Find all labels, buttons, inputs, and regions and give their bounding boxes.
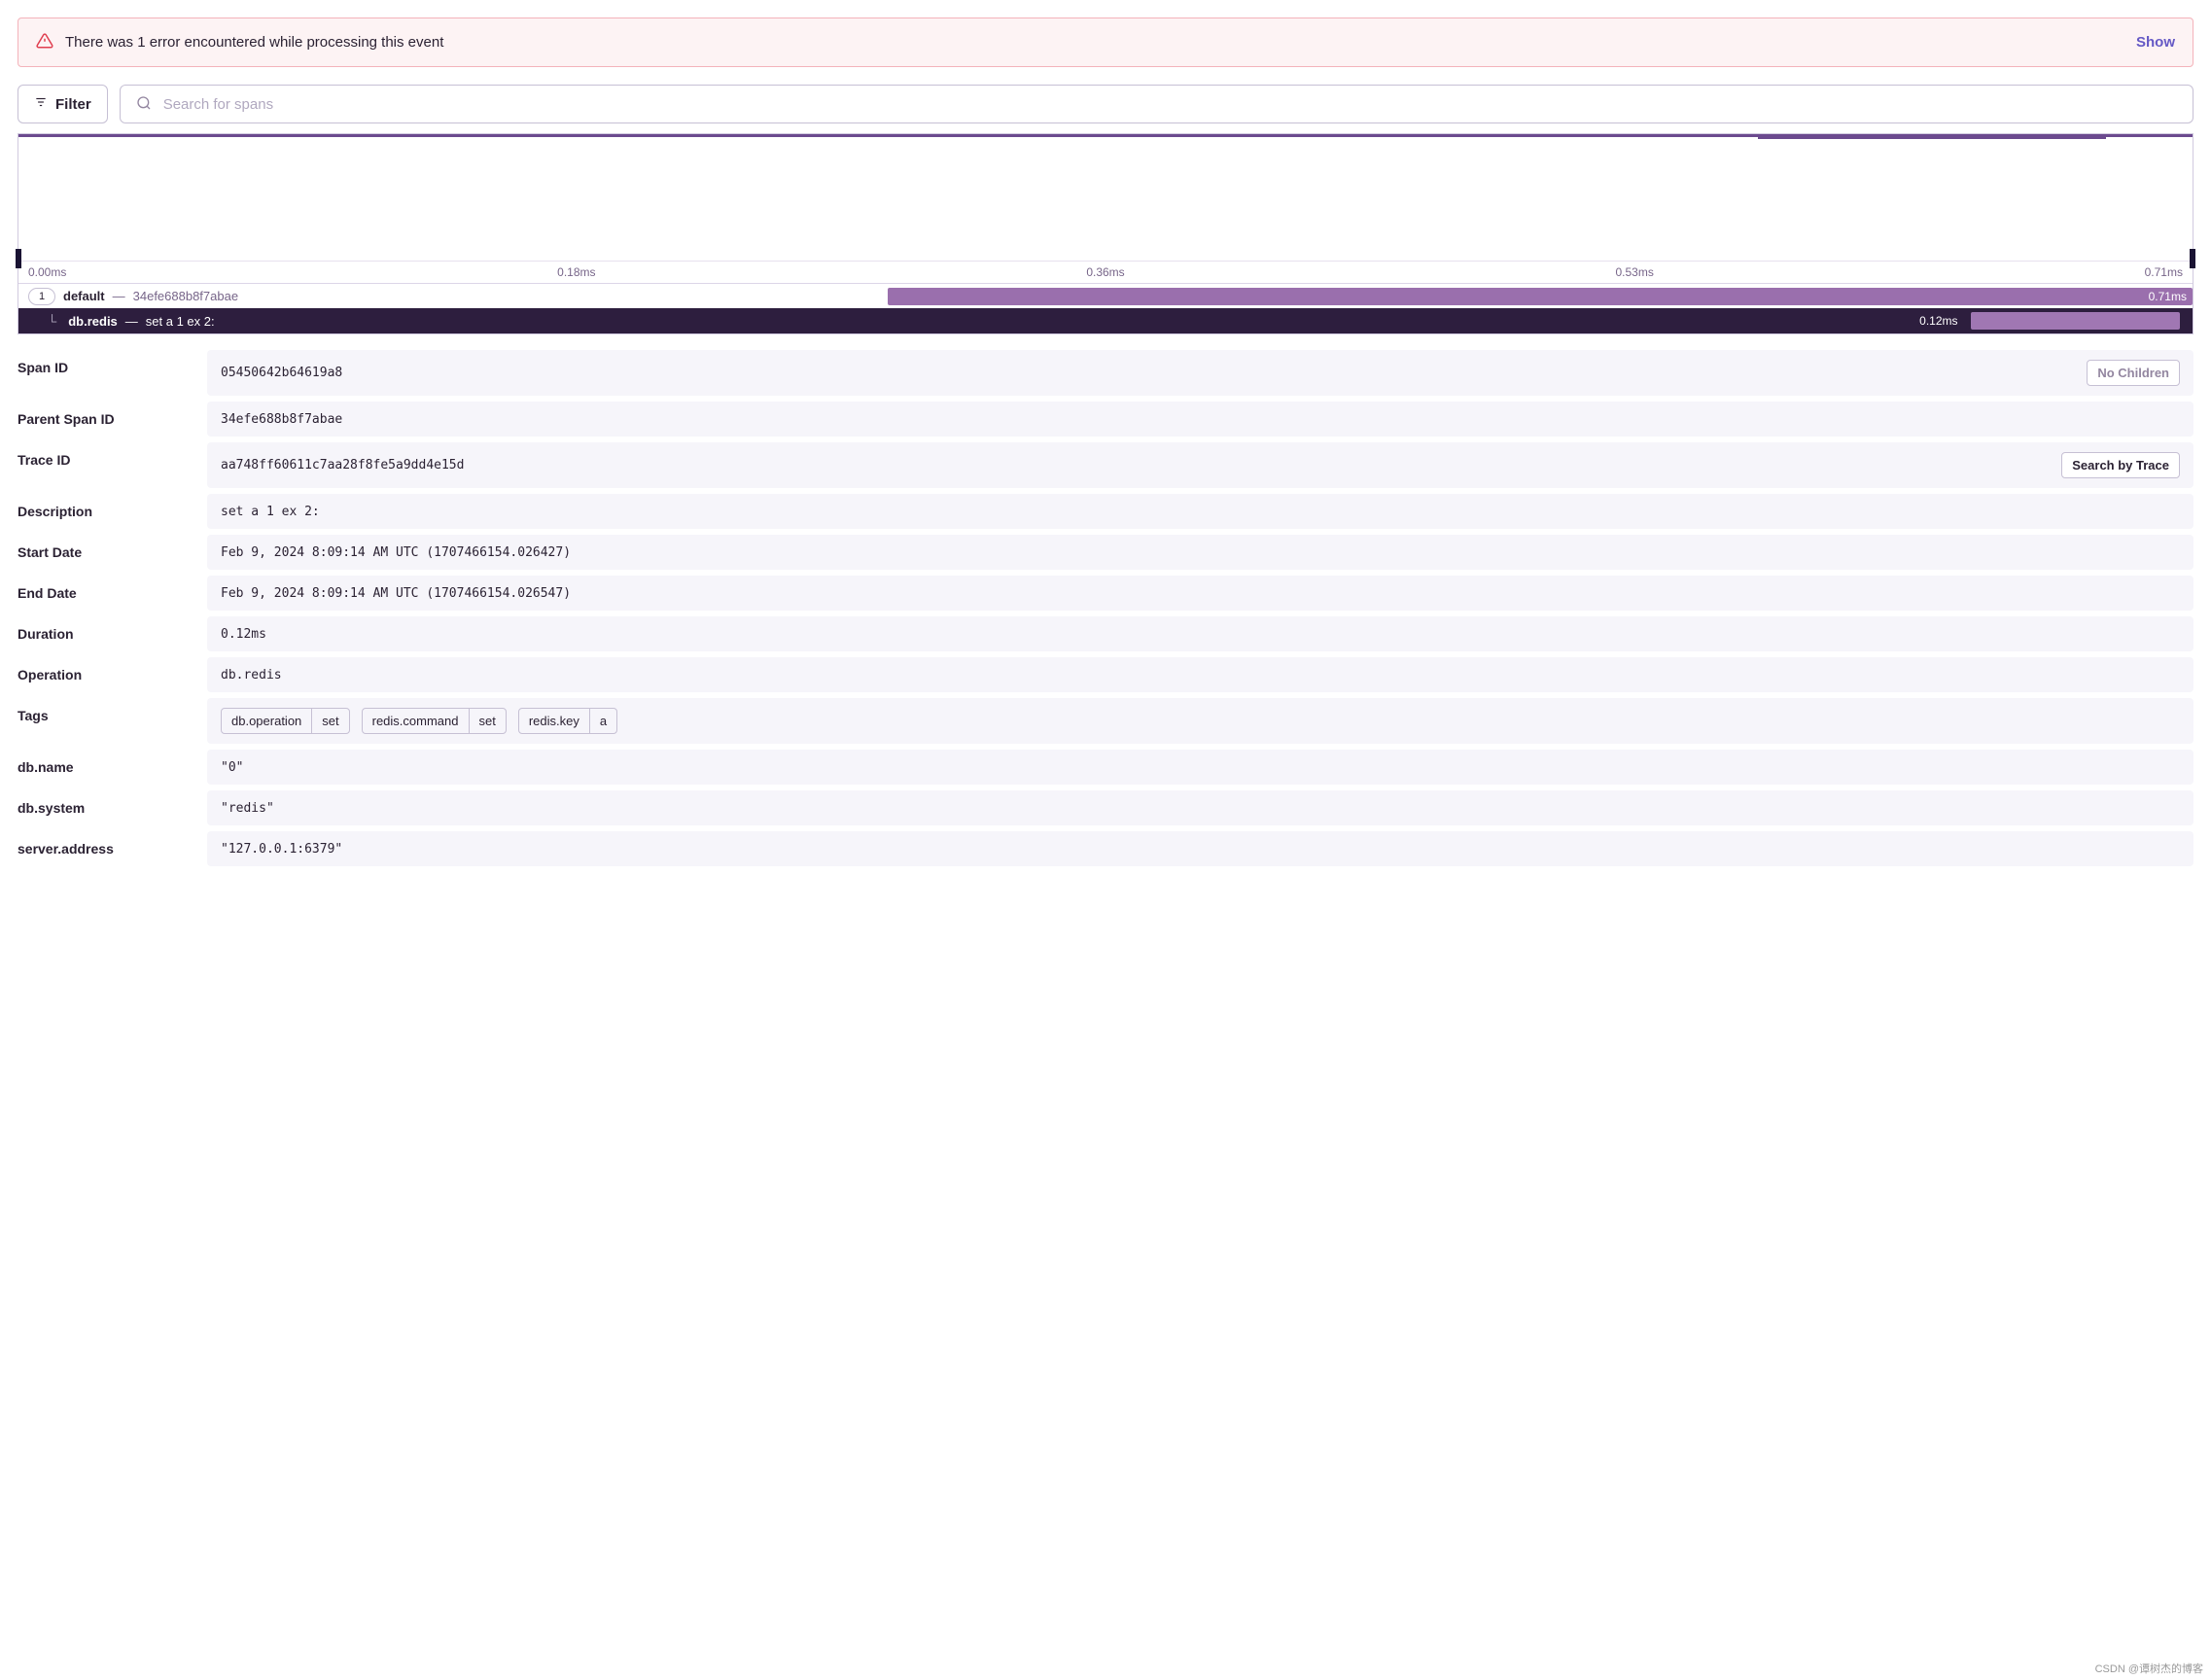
span-details: Span ID 05450642b64619a8 No Children Par… <box>18 334 2193 888</box>
value-trace-id: aa748ff60611c7aa28f8fe5a9dd4e15d <box>221 458 464 472</box>
tag-key: redis.command <box>363 709 470 733</box>
span-desc: set a 1 ex 2: <box>146 314 215 329</box>
warning-icon <box>36 32 53 52</box>
value-end-date: Feb 9, 2024 8:09:14 AM UTC (1707466154.0… <box>221 586 571 601</box>
label-db-system: db.system <box>18 790 207 825</box>
value-duration: 0.12ms <box>221 627 266 642</box>
child-count-badge: 1 <box>28 288 55 305</box>
label-server-address: server.address <box>18 831 207 866</box>
label-trace-id: Trace ID <box>18 442 207 488</box>
span-name: default <box>63 289 105 303</box>
tag-value: set <box>312 709 348 733</box>
timeline-ticks: 0.00ms 0.18ms 0.36ms 0.53ms 0.71ms <box>18 261 2193 283</box>
filter-icon <box>34 95 48 113</box>
search-input[interactable] <box>163 96 2177 113</box>
tick-label: 0.36ms <box>1086 265 1124 279</box>
label-db-name: db.name <box>18 750 207 785</box>
label-duration: Duration <box>18 616 207 651</box>
search-by-trace-button[interactable]: Search by Trace <box>2061 452 2180 478</box>
watermark-footer: CSDN @谭树杰的博客 <box>2095 1661 2203 1676</box>
no-children-button[interactable]: No Children <box>2087 360 2180 386</box>
span-id: 34efe688b8f7abae <box>133 289 238 303</box>
range-handle-right[interactable] <box>2190 249 2195 268</box>
span-duration: 0.71ms <box>2149 290 2187 303</box>
tag-key: redis.key <box>519 709 590 733</box>
search-box[interactable] <box>120 85 2193 123</box>
tag-pair[interactable]: redis.keya <box>518 708 617 734</box>
timeline: 0.00ms 0.18ms 0.36ms 0.53ms 0.71ms 1 def… <box>18 133 2193 334</box>
error-banner: There was 1 error encountered while proc… <box>18 18 2193 67</box>
label-parent-span-id: Parent Span ID <box>18 402 207 437</box>
filter-label: Filter <box>55 96 91 113</box>
child-indent-icon: └ <box>48 314 56 329</box>
error-message: There was 1 error encountered while proc… <box>65 34 443 51</box>
label-start-date: Start Date <box>18 535 207 570</box>
span-duration: 0.12ms <box>1919 314 1957 328</box>
tag-value: a <box>590 709 616 733</box>
label-operation: Operation <box>18 657 207 692</box>
span-row-child[interactable]: └ db.redis — set a 1 ex 2: 0.12ms <box>18 308 2193 333</box>
value-parent-span-id: 34efe688b8f7abae <box>221 412 342 427</box>
toolbar: Filter <box>18 85 2193 123</box>
tick-label: 0.71ms <box>2145 265 2183 279</box>
tag-value: set <box>470 709 506 733</box>
show-button[interactable]: Show <box>2136 34 2175 51</box>
label-tags: Tags <box>18 698 207 744</box>
tags-list: db.operationsetredis.commandsetredis.key… <box>221 708 617 734</box>
value-db-system: "redis" <box>221 801 274 816</box>
span-row-root[interactable]: 1 default — 34efe688b8f7abae 0.71ms <box>18 283 2193 308</box>
value-start-date: Feb 9, 2024 8:09:14 AM UTC (1707466154.0… <box>221 545 571 560</box>
filter-button[interactable]: Filter <box>18 85 108 123</box>
label-end-date: End Date <box>18 576 207 611</box>
tag-pair[interactable]: redis.commandset <box>362 708 507 734</box>
tag-key: db.operation <box>222 709 312 733</box>
timeline-minimap[interactable] <box>18 134 2193 261</box>
tag-pair[interactable]: db.operationset <box>221 708 350 734</box>
label-span-id: Span ID <box>18 350 207 396</box>
range-handle-left[interactable] <box>16 249 21 268</box>
search-icon <box>136 95 152 114</box>
span-name: db.redis <box>68 314 118 329</box>
separator: — <box>125 314 138 329</box>
value-span-id: 05450642b64619a8 <box>221 366 342 380</box>
value-db-name: "0" <box>221 760 243 775</box>
tick-label: 0.00ms <box>28 265 66 279</box>
tick-label: 0.18ms <box>557 265 595 279</box>
tick-label: 0.53ms <box>1615 265 1653 279</box>
value-operation: db.redis <box>221 668 282 682</box>
value-server-address: "127.0.0.1:6379" <box>221 842 342 857</box>
separator: — <box>113 289 125 303</box>
label-description: Description <box>18 494 207 529</box>
value-description: set a 1 ex 2: <box>221 505 320 519</box>
